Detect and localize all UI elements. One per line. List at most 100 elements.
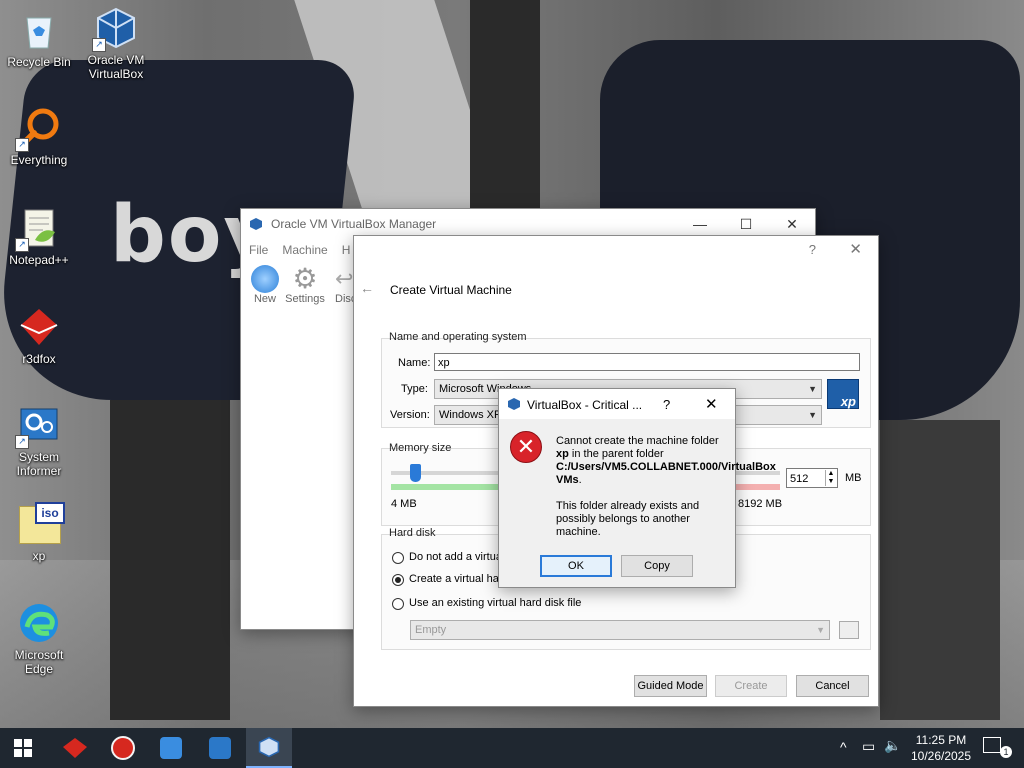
menu-help[interactable]: H — [342, 243, 351, 257]
wallpaper-stripe — [470, 0, 540, 220]
radio-no-disk[interactable] — [392, 552, 404, 564]
error-message-text: Cannot create the machine folder — [556, 435, 719, 447]
chevron-down-icon: ▼ — [808, 384, 817, 394]
desktop-icon-label: xp — [32, 549, 46, 563]
toolbar-discard-label: Disc — [335, 293, 355, 305]
type-label: Type: — [401, 383, 428, 395]
network-icon[interactable]: ▭ — [862, 738, 875, 755]
chevron-down-icon: ▼ — [816, 625, 825, 635]
desktop-icon-label: Recycle Bin — [7, 55, 71, 69]
name-input[interactable]: xp — [434, 353, 860, 371]
gear-icon: ⚙ — [292, 263, 318, 294]
help-button[interactable]: ? — [663, 397, 670, 412]
wallpaper-figure — [110, 400, 230, 720]
taskbar-browser[interactable] — [100, 728, 146, 768]
desktop-icon-virtualbox[interactable]: ↗ Oracle VM VirtualBox — [77, 6, 155, 81]
windows-logo-icon — [14, 739, 32, 757]
browser-icon — [111, 736, 135, 760]
guided-mode-button[interactable]: Guided Mode — [634, 675, 707, 697]
spin-arrows-icon[interactable]: ▲ ▼ — [825, 470, 836, 486]
start-button[interactable] — [0, 728, 46, 768]
wallpaper-figure — [880, 420, 1000, 720]
ok-button[interactable]: OK — [540, 555, 612, 577]
version-select-value: Windows XP — [439, 409, 502, 421]
name-label: Name: — [398, 357, 431, 369]
desktop-icon-xp-iso[interactable]: iso xp — [0, 502, 78, 563]
virtualbox-icon — [508, 398, 520, 410]
notification-center-icon[interactable] — [983, 737, 1001, 753]
version-label: Version: — [390, 409, 430, 421]
toolbar-settings-label: Settings — [285, 293, 325, 305]
menu-file[interactable]: File — [249, 243, 268, 257]
chevron-down-icon: ▼ — [808, 410, 817, 420]
new-icon — [251, 265, 279, 293]
toolbar-settings-button[interactable]: ⚙ Settings — [283, 263, 327, 306]
radio-existing-disk[interactable] — [392, 598, 404, 610]
existing-disk-value: Empty — [415, 624, 447, 636]
system-informer-icon — [209, 737, 231, 759]
menu-machine[interactable]: Machine — [282, 243, 327, 257]
clock[interactable]: 11:25 PM 10/26/2025 — [906, 732, 976, 764]
error-message-text: . — [578, 474, 582, 486]
desktop-icon-label: Notepad++ — [9, 253, 69, 267]
virtualbox-icon — [250, 218, 262, 230]
hard-disk-legend: Hard disk — [389, 527, 436, 539]
back-arrow-icon[interactable]: ← — [360, 280, 374, 296]
memory-slider-thumb[interactable] — [410, 464, 422, 482]
folder-browse-icon[interactable] — [839, 621, 859, 639]
everything-search-icon: ↗ — [15, 106, 61, 152]
existing-disk-label[interactable]: Use an existing virtual hard disk file — [409, 597, 581, 609]
memory-value: 512 — [790, 473, 809, 485]
desktop-icon-label: Everything — [10, 153, 68, 167]
arrow-icon: ↩ — [335, 266, 354, 291]
error-message-text: in the parent folder — [568, 448, 664, 460]
error-message: Cannot create the machine folder xp in t… — [556, 435, 776, 487]
system-informer-icon: ↗ — [15, 403, 61, 449]
desktop-icon-label: Oracle VM VirtualBox — [87, 53, 145, 81]
toolbar-discard-button[interactable]: ↩ Disc — [335, 265, 355, 305]
dialog-title: VirtualBox - Critical ... — [527, 398, 643, 412]
taskbar: ^ ▭ 🔈 11:25 PM 10/26/2025 1 — [0, 728, 1024, 768]
recycle-bin-icon — [17, 8, 61, 52]
toolbar-new-button[interactable]: New — [245, 265, 285, 305]
volume-muted-icon[interactable]: 🔈 — [884, 737, 901, 754]
wizard-title: Create Virtual Machine — [390, 283, 512, 297]
edge-icon — [17, 601, 61, 645]
search-app-icon — [160, 737, 182, 759]
close-button[interactable]: ✕ — [705, 395, 718, 413]
dialog-titlebar[interactable]: VirtualBox - Critical ... ? ✕ — [499, 389, 735, 419]
name-os-legend: Name and operating system — [389, 331, 527, 343]
error-icon: ✕ — [510, 431, 542, 463]
help-button[interactable]: ? — [809, 242, 816, 257]
copy-button[interactable]: Copy — [621, 555, 693, 577]
critical-error-dialog[interactable]: VirtualBox - Critical ... ? ✕ ✕ Cannot c… — [498, 388, 776, 588]
manager-title: Oracle VM VirtualBox Manager — [271, 217, 437, 231]
existing-disk-select[interactable]: Empty ▼ — [410, 620, 830, 640]
iso-file-icon: iso — [17, 502, 65, 546]
desktop-icon-label: System Informer — [16, 450, 62, 478]
memory-spinbox[interactable]: 512 ▲ ▼ — [786, 468, 838, 488]
memory-min-label: 4 MB — [391, 498, 417, 510]
virtualbox-icon — [258, 736, 280, 758]
desktop-icon-edge[interactable]: Microsoft Edge — [0, 601, 78, 676]
error-folder-name: xp — [556, 448, 569, 460]
desktop-icon-label: Microsoft Edge — [14, 648, 64, 676]
radio-create-disk[interactable] — [392, 574, 404, 586]
taskbar-system-informer[interactable] — [197, 728, 243, 768]
notepadpp-icon: ↗ — [15, 206, 61, 252]
desktop-icon-r3dfox[interactable]: r3dfox — [0, 305, 78, 366]
desktop-icon-everything[interactable]: ↗ Everything — [0, 106, 78, 167]
create-button[interactable]: Create — [715, 675, 787, 697]
taskbar-search-app[interactable] — [148, 728, 194, 768]
taskbar-r3dfox[interactable] — [52, 728, 98, 768]
clock-time: 11:25 PM — [915, 733, 967, 747]
error-detail: This folder already exists and possibly … — [556, 500, 700, 538]
cancel-button[interactable]: Cancel — [796, 675, 869, 697]
desktop-icon-notepadpp[interactable]: ↗ Notepad++ — [0, 206, 78, 267]
chevron-up-icon[interactable]: ^ — [840, 739, 847, 755]
taskbar-virtualbox[interactable] — [246, 728, 292, 768]
desktop-icon-recycle-bin[interactable]: Recycle Bin — [0, 8, 78, 69]
r3dfox-icon — [63, 738, 87, 758]
desktop-icon-system-informer[interactable]: ↗ System Informer — [0, 403, 78, 478]
close-button[interactable]: ✕ — [849, 240, 862, 258]
